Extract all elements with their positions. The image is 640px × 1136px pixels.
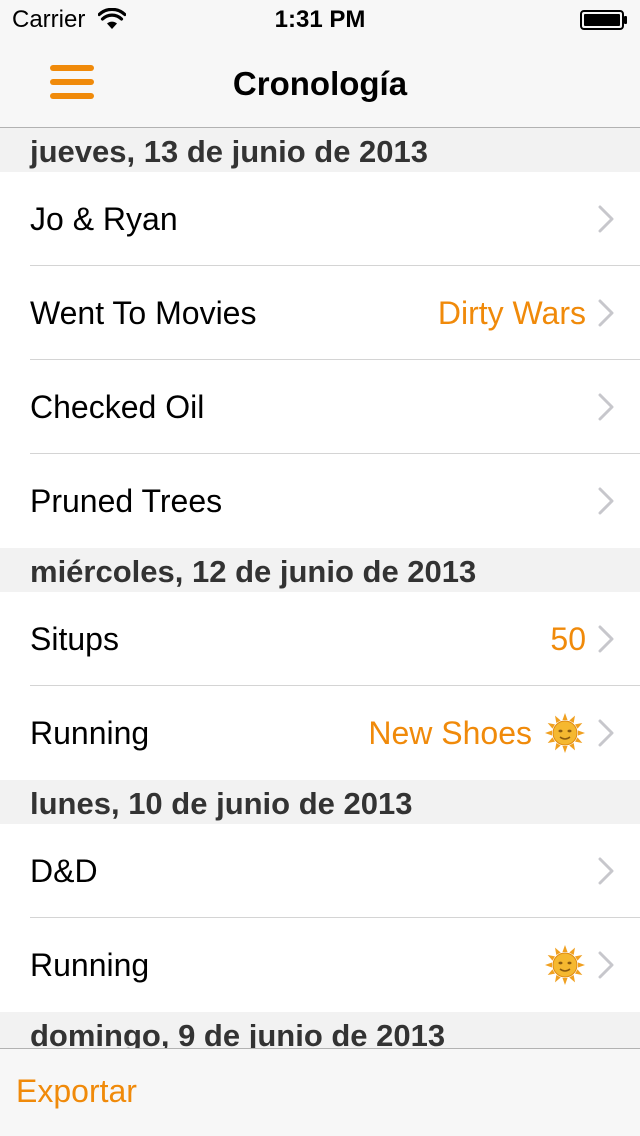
- row-detail: 50: [550, 620, 586, 657]
- row-accessory: 50: [550, 592, 614, 686]
- sun-face-icon: [544, 944, 586, 986]
- row-title: Pruned Trees: [30, 483, 223, 519]
- timeline-row[interactable]: Went To Movies Dirty Wars: [0, 266, 640, 360]
- chevron-right-icon: [598, 393, 614, 421]
- page-title: Cronología: [232, 65, 408, 102]
- chevron-right-icon: [598, 487, 614, 515]
- row-title: Situps: [30, 621, 119, 657]
- status-time: 1:31 PM: [274, 6, 366, 33]
- row-title: Running: [30, 715, 150, 751]
- row-title: Checked Oil: [30, 389, 205, 425]
- section-header: miércoles, 12 de junio de 2013: [0, 548, 640, 592]
- section-header: jueves, 13 de junio de 2013: [0, 128, 640, 172]
- row-title: Running: [30, 947, 150, 983]
- chevron-right-icon: [598, 299, 614, 327]
- row-accessory: [598, 824, 614, 918]
- chevron-right-icon: [598, 857, 614, 885]
- navigation-bar: Cronología: [0, 40, 640, 128]
- export-button[interactable]: Exportar: [16, 1071, 137, 1111]
- row-detail: Dirty Wars: [437, 294, 586, 331]
- row-accessory: Dirty Wars: [438, 266, 614, 360]
- battery-icon: [580, 10, 627, 30]
- chevron-right-icon: [598, 205, 614, 233]
- chevron-right-icon: [598, 719, 614, 747]
- timeline-row[interactable]: Running New Shoes: [0, 686, 640, 780]
- row-accessory: [598, 454, 614, 548]
- row-accessory: [598, 360, 614, 454]
- status-bar: Carrier 1:31 PM: [0, 0, 640, 40]
- timeline-row[interactable]: Running: [0, 918, 640, 1012]
- sun-face-icon: [544, 712, 586, 754]
- section-header: lunes, 10 de junio de 2013: [0, 780, 640, 824]
- row-title: D&D: [30, 853, 98, 889]
- row-title: Went To Movies: [30, 295, 257, 331]
- row-accessory: New Shoes: [368, 686, 614, 780]
- chevron-right-icon: [598, 951, 614, 979]
- row-accessory: [598, 172, 614, 266]
- row-title: Jo & Ryan: [30, 201, 178, 237]
- chevron-right-icon: [598, 625, 614, 653]
- timeline-row[interactable]: Checked Oil: [0, 360, 640, 454]
- section-header: domingo, 9 de junio de 2013: [0, 1012, 640, 1048]
- row-detail: New Shoes: [368, 714, 532, 751]
- row-accessory: [544, 918, 614, 1012]
- timeline-row[interactable]: Jo & Ryan: [0, 172, 640, 266]
- timeline-row[interactable]: Situps 50: [0, 592, 640, 686]
- timeline-screen: Carrier 1:31 PM Cronología jueves, 13 de…: [0, 0, 640, 1136]
- bottom-toolbar: Exportar: [0, 1048, 640, 1136]
- timeline-row[interactable]: Pruned Trees: [0, 454, 640, 548]
- timeline-list[interactable]: jueves, 13 de junio de 2013 Jo & Ryan Went…: [0, 128, 640, 1048]
- timeline-row[interactable]: D&D: [0, 824, 640, 918]
